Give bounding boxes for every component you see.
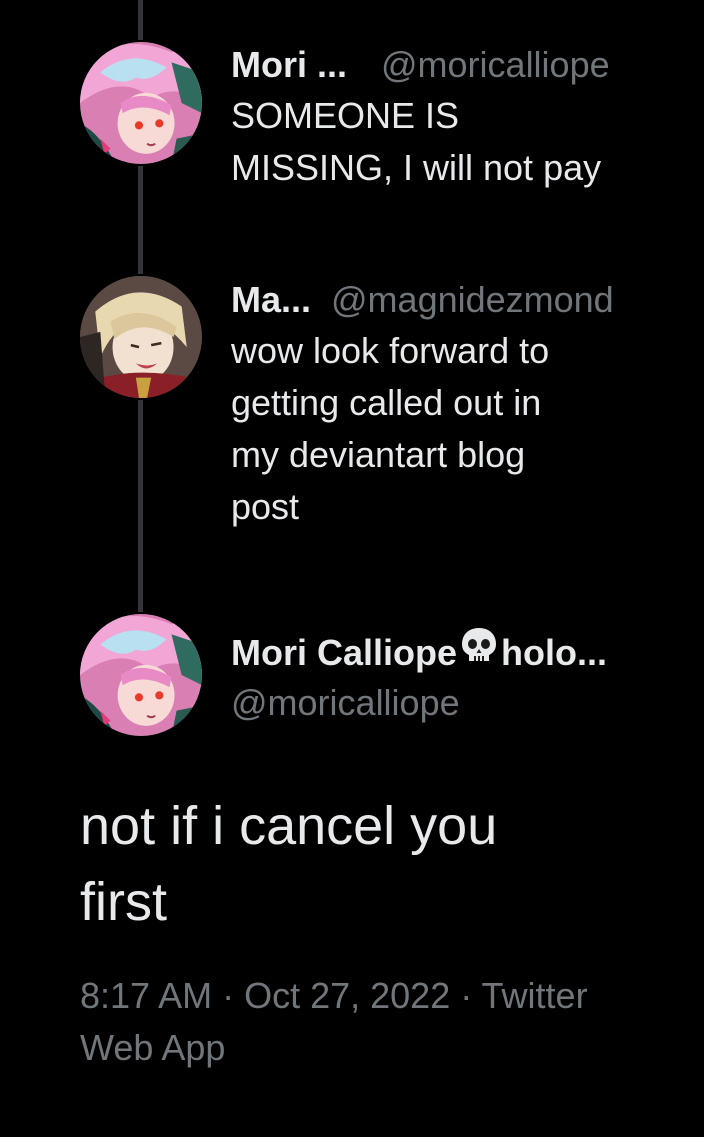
main-tweet-name-row: Mori Calliope holo...	[231, 625, 671, 678]
reply-text-line: MISSING, I will not pay	[231, 147, 602, 188]
avatar-pink-hair-icon	[80, 42, 202, 164]
avatar-blond-hair-icon	[80, 276, 202, 398]
tweet-text-line: not if i cancel you	[80, 796, 498, 856]
handle[interactable]: @moricalliope	[381, 40, 610, 90]
avatar[interactable]	[80, 42, 202, 164]
reply-1[interactable]: Mori ... @moricalliope SOMEONE IS MISSIN…	[231, 40, 651, 194]
main-tweet-header[interactable]: Mori Calliope holo... @moricalliope	[231, 625, 671, 728]
reply-2[interactable]: Ma... @magnidezmond wow look forward to …	[231, 275, 651, 533]
reply-2-header: Ma... @magnidezmond	[231, 275, 651, 325]
handle[interactable]: @magnidezmond	[331, 275, 614, 325]
main-tweet-handle-row: @moricalliope	[231, 678, 671, 728]
tweet-metadata[interactable]: 8:17 AM · Oct 27, 2022 · Twitter Web App	[80, 970, 640, 1074]
display-name[interactable]: Ma...	[231, 275, 311, 325]
thread-line-1	[138, 166, 143, 274]
reply-text: wow look forward to getting called out i…	[231, 325, 651, 533]
reply-text-line: wow look forward to	[231, 330, 550, 371]
reply-text-line: SOMEONE IS	[231, 95, 460, 136]
handle[interactable]: @moricalliope	[231, 678, 460, 728]
display-name[interactable]: Mori Calliope	[231, 628, 457, 678]
tweet-text-line: first	[80, 872, 167, 932]
avatar[interactable]	[80, 276, 202, 398]
reply-text-line: my deviantart blog	[231, 434, 526, 475]
timestamp-line: 8:17 AM · Oct 27, 2022 · Twitter	[80, 975, 588, 1016]
reply-text-line: getting called out in	[231, 382, 542, 423]
source-line: Web App	[80, 1027, 226, 1068]
display-name-suffix[interactable]: holo...	[501, 628, 607, 678]
skull-icon	[462, 628, 497, 661]
reply-text-line: post	[231, 486, 300, 527]
tweet-text: not if i cancel you first	[80, 788, 640, 940]
reply-1-header: Mori ... @moricalliope	[231, 40, 651, 90]
avatar-pink-hair-icon	[80, 614, 202, 736]
thread-line-2	[138, 400, 143, 612]
display-name[interactable]: Mori ...	[231, 40, 347, 90]
avatar[interactable]	[80, 614, 202, 736]
thread-line-top	[138, 0, 143, 40]
reply-text: SOMEONE IS MISSING, I will not pay	[231, 90, 651, 194]
